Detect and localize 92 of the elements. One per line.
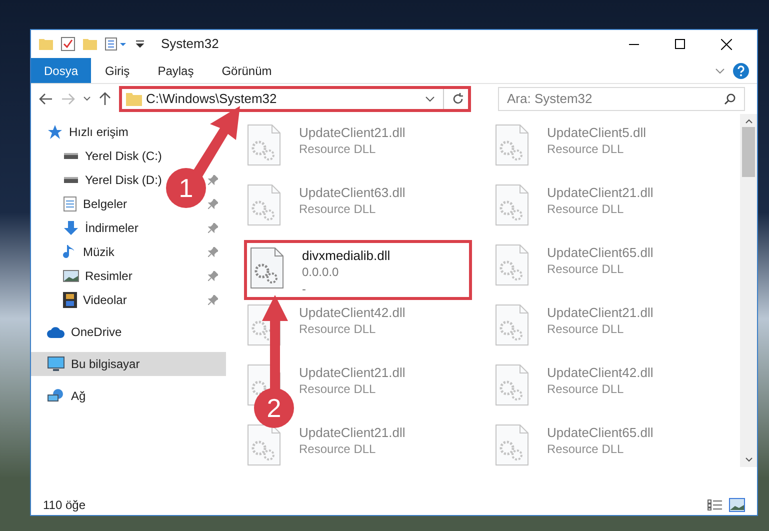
file-name: UpdateClient42.dll xyxy=(547,364,654,381)
address-path: C:\Windows\System32 xyxy=(146,90,277,108)
file-extra: - xyxy=(302,281,307,298)
search-icon[interactable] xyxy=(724,93,736,105)
file-name: UpdateClient21.dll xyxy=(547,184,654,201)
pin-icon[interactable] xyxy=(208,295,218,305)
gear-file-icon xyxy=(247,124,281,166)
file-detail: Resource DLL xyxy=(547,261,625,278)
properties-icon[interactable] xyxy=(105,37,127,51)
file-detail: Resource DLL xyxy=(299,441,377,458)
folder-icon xyxy=(126,92,142,106)
file-name: divxmedialib.dll xyxy=(302,247,390,264)
chevron-down-icon[interactable] xyxy=(715,68,725,74)
chevron-down-icon[interactable] xyxy=(425,96,435,102)
sidebar-item[interactable]: Belgeler xyxy=(63,195,128,213)
drive-icon xyxy=(63,152,79,160)
chevron-down-icon[interactable] xyxy=(744,457,752,463)
sidebar-item[interactable]: Müzik xyxy=(63,243,114,261)
film-icon xyxy=(63,292,77,308)
gear-file-icon xyxy=(495,424,529,466)
sidebar-item[interactable]: Bu bilgisayar xyxy=(31,352,226,376)
file-detail: 0.0.0.0 xyxy=(302,264,340,281)
cloud-icon xyxy=(47,326,65,338)
details-view-icon[interactable] xyxy=(707,499,723,511)
up-arrow-icon[interactable] xyxy=(99,92,111,106)
sidebar-item[interactable]: Yerel Disk (D:) xyxy=(63,171,162,189)
sidebar-item[interactable]: Yerel Disk (C:) xyxy=(63,147,162,165)
chevron-down-icon[interactable] xyxy=(83,96,91,102)
file-name: UpdateClient21.dll xyxy=(299,124,406,141)
document-icon xyxy=(63,196,77,212)
close-icon xyxy=(720,38,732,50)
picture-icon xyxy=(63,269,79,283)
file-name: UpdateClient42.dll xyxy=(299,304,406,321)
gear-file-icon xyxy=(495,124,529,166)
file-name: UpdateClient65.dll xyxy=(547,424,654,441)
gear-file-icon xyxy=(247,424,281,466)
ribbon-tab[interactable]: Paylaş xyxy=(144,58,208,83)
file-detail: Resource DLL xyxy=(299,141,377,158)
ribbon-tab[interactable]: Dosya xyxy=(31,58,92,83)
file-name: UpdateClient65.dll xyxy=(547,244,654,261)
address-bar[interactable]: C:\Windows\System32 xyxy=(119,86,471,112)
help-icon[interactable] xyxy=(733,62,749,78)
sidebar-item[interactable]: İndirmeler xyxy=(63,219,138,237)
pin-icon[interactable] xyxy=(208,175,218,185)
gear-file-icon xyxy=(250,247,284,289)
file-name: UpdateClient21.dll xyxy=(547,304,654,321)
large-icons-view-icon[interactable] xyxy=(729,498,745,512)
pin-icon[interactable] xyxy=(208,271,218,281)
pin-icon[interactable] xyxy=(208,199,218,209)
scrollbar-thumb[interactable] xyxy=(742,127,755,177)
pin-icon[interactable] xyxy=(208,247,218,257)
item-count: 110 öğe xyxy=(43,497,86,514)
gear-file-icon xyxy=(495,304,529,346)
file-name: UpdateClient63.dll xyxy=(299,184,406,201)
sidebar-item[interactable]: Ağ xyxy=(31,384,90,408)
down-arrow-icon xyxy=(63,220,79,236)
checklist-icon[interactable] xyxy=(61,37,75,51)
file-name: UpdateClient21.dll xyxy=(299,364,406,381)
file-name: UpdateClient21.dll xyxy=(299,424,406,441)
file-detail: Resource DLL xyxy=(547,201,625,218)
chevron-up-icon[interactable] xyxy=(744,118,752,124)
star-icon xyxy=(47,124,63,140)
file-detail: Resource DLL xyxy=(547,441,625,458)
network-icon xyxy=(47,388,65,404)
window-title: System32 xyxy=(161,35,219,54)
sidebar-item[interactable]: Resimler xyxy=(63,267,132,285)
dropdown-caret-icon[interactable] xyxy=(135,39,145,49)
back-arrow-icon[interactable] xyxy=(39,93,53,105)
scrollbar[interactable] xyxy=(740,114,757,467)
monitor-icon xyxy=(47,356,65,372)
maximize-icon xyxy=(675,39,685,49)
search-box[interactable]: Ara: System32 xyxy=(498,87,745,111)
file-tile[interactable]: divxmedialib.dll 0.0.0.0 - xyxy=(244,240,472,300)
file-detail: Resource DLL xyxy=(299,381,377,398)
pin-icon[interactable] xyxy=(208,223,218,233)
file-detail: Resource DLL xyxy=(547,321,625,338)
file-detail: Resource DLL xyxy=(547,141,625,158)
file-detail: Resource DLL xyxy=(547,381,625,398)
ribbon-tab[interactable]: Görünüm xyxy=(208,58,286,83)
sidebar-item[interactable]: Hızlı erişim xyxy=(31,120,132,144)
gear-file-icon xyxy=(247,184,281,226)
gear-file-icon xyxy=(495,184,529,226)
gear-file-icon xyxy=(495,364,529,406)
drive-icon xyxy=(63,176,79,184)
gear-file-icon xyxy=(495,244,529,286)
sidebar-item[interactable]: Videolar xyxy=(63,291,127,309)
sidebar-item[interactable]: OneDrive xyxy=(31,320,126,344)
ribbon-tab[interactable]: Giriş xyxy=(91,58,144,83)
file-detail: Resource DLL xyxy=(299,321,377,338)
file-name: UpdateClient5.dll xyxy=(547,124,646,141)
search-field[interactable]: Ara: System32 xyxy=(507,89,724,109)
file-detail: Resource DLL xyxy=(299,201,377,218)
